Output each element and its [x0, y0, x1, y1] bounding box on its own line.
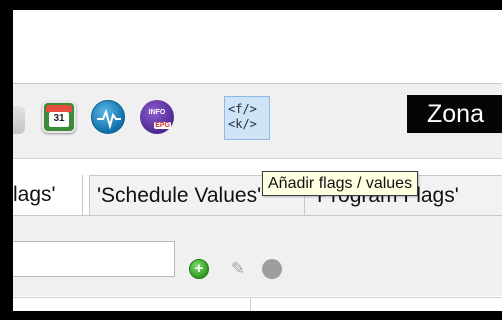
heartbeat-line — [97, 109, 121, 130]
info-epg-icon[interactable]: INFO EPG — [140, 100, 174, 134]
calendar-header — [46, 105, 72, 112]
tab-flags[interactable]: lags' — [13, 175, 83, 215]
filter-input[interactable] — [13, 241, 175, 277]
app-window: 31 INFO EPG <f/> <k/> Zona lags' 'Schedu… — [13, 10, 502, 311]
grid-column-divider — [250, 298, 251, 311]
tooltip: Añadir flags / values — [262, 171, 419, 196]
pencil-icon[interactable]: ✎ — [228, 259, 248, 279]
add-flags-values-button[interactable]: <f/> <k/> — [224, 96, 270, 140]
flags-button-line1: <f/> — [228, 102, 257, 116]
data-grid — [13, 297, 502, 311]
filter-bar: + ✎ — [13, 216, 502, 296]
info-label: INFO — [148, 109, 166, 116]
delete-icon[interactable] — [262, 259, 282, 279]
tab-bar: lags' 'Schedule Values' 'Program Flags' — [13, 175, 502, 216]
toolbar: 31 INFO EPG <f/> <k/> Zona — [13, 84, 502, 159]
flags-button-line2: <k/> — [228, 117, 257, 131]
calendar-icon[interactable]: 31 — [42, 101, 76, 133]
heartbeat-icon[interactable] — [91, 100, 125, 134]
zona-label: Zona — [407, 95, 502, 133]
epg-label: EPG — [154, 122, 171, 129]
add-icon[interactable]: + — [189, 259, 209, 279]
window-header — [13, 10, 502, 84]
partial-tool-icon[interactable] — [13, 106, 25, 134]
calendar-day: 31 — [49, 112, 69, 127]
